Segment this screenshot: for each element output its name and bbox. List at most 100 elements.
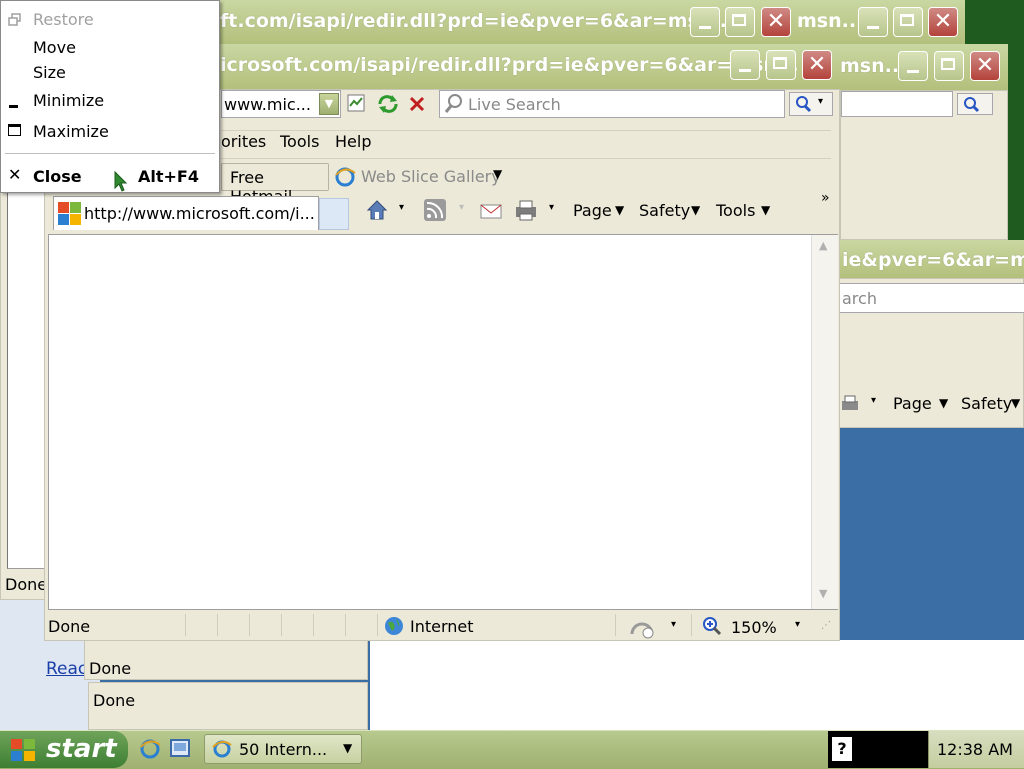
page-menu[interactable]: Page	[573, 201, 612, 220]
feeds-dropdown[interactable]: ▾	[459, 202, 464, 213]
web-slice-dropdown[interactable]: ▼	[493, 167, 502, 181]
left-window-link[interactable]: Reac	[46, 659, 87, 679]
free-hotmail-link[interactable]: Free Hotmail	[221, 163, 329, 206]
globe-icon	[385, 617, 403, 635]
minimize-icon	[9, 105, 18, 108]
main-window-close-button[interactable]: ✕	[802, 50, 832, 80]
home-icon[interactable]	[365, 198, 389, 222]
new-tab-button[interactable]	[319, 198, 349, 230]
back-window-minimize-button[interactable]	[690, 7, 720, 37]
right-window-search-input[interactable]: arch	[839, 283, 1024, 313]
status-text: Done	[48, 617, 91, 636]
main-window-maximize-button[interactable]	[766, 50, 796, 80]
back-window-close-button[interactable]: ✕	[761, 7, 791, 37]
right-window-safety-dropdown[interactable]: ▼	[1011, 396, 1020, 410]
print-icon[interactable]	[513, 198, 539, 222]
back-window-maximize-button[interactable]	[725, 7, 755, 37]
main-window-minimize-button[interactable]	[730, 50, 760, 80]
help-icon[interactable]: ?	[832, 737, 852, 761]
menu-item-size[interactable]: Size	[33, 63, 66, 82]
second-window-maximize-button[interactable]	[934, 51, 964, 81]
mail-icon[interactable]	[479, 202, 503, 222]
taskbar-ie-group-button[interactable]: 50 Intern... ▼	[204, 734, 362, 764]
back-window-title-right: msn...	[797, 10, 864, 32]
safety-menu-dropdown[interactable]: ▼	[691, 203, 700, 217]
menu-item-restore: Restore	[33, 10, 94, 29]
favorites-bar: Free Hotmail Web Slice Gallery ▼	[221, 158, 831, 206]
web-slice-gallery[interactable]: Web Slice Gallery	[361, 167, 501, 186]
tray-help-area: ?	[828, 731, 928, 768]
second-window-search-input[interactable]	[841, 91, 953, 117]
right-window-print-dropdown[interactable]: ▾	[871, 395, 876, 406]
menu-help[interactable]: Help	[335, 132, 371, 151]
menu-item-move[interactable]: Move	[33, 38, 76, 57]
show-desktop-icon[interactable]	[168, 737, 192, 761]
left-window: Done	[0, 190, 48, 600]
resize-grip-icon[interactable]: ⋰	[821, 620, 831, 631]
vertical-scrollbar[interactable]: ▲ ▼	[811, 235, 838, 609]
protected-mode-dropdown[interactable]: ▾	[671, 619, 676, 630]
search-icon	[964, 97, 980, 113]
second-window-search-button[interactable]	[957, 93, 993, 115]
more-commands-chevron[interactable]: »	[821, 190, 830, 206]
search-icon	[444, 94, 462, 113]
menu-tools[interactable]: Tools	[280, 132, 319, 151]
right-window-page-dropdown[interactable]: ▼	[939, 396, 948, 410]
address-dropdown-button[interactable]: ▼	[319, 93, 339, 115]
search-button[interactable]: ▾	[789, 92, 833, 116]
search-go-icon	[796, 96, 812, 113]
compatibility-view-icon[interactable]	[345, 92, 369, 116]
ie-icon	[335, 167, 356, 187]
second-window-body	[840, 90, 1008, 240]
print-icon	[842, 395, 858, 410]
lower-window-1: Done	[84, 640, 368, 680]
start-button[interactable]: start	[0, 731, 128, 768]
home-dropdown[interactable]: ▾	[399, 202, 404, 213]
restore-icon	[8, 13, 21, 26]
refresh-icon[interactable]	[375, 92, 401, 116]
search-input[interactable]: Live Search	[439, 90, 785, 118]
second-window-close-button[interactable]: ✕	[970, 51, 1000, 81]
zoom-icon	[703, 617, 722, 636]
page-menu-dropdown[interactable]: ▼	[615, 203, 624, 217]
protected-mode-icon	[630, 622, 654, 639]
maximize-icon	[8, 124, 21, 136]
print-dropdown[interactable]: ▾	[549, 202, 554, 213]
tools-menu-dropdown[interactable]: ▼	[761, 203, 770, 217]
right-window-page-menu[interactable]: Page	[893, 394, 932, 413]
far-window-maximize-button[interactable]	[893, 7, 923, 37]
search-options-dropdown[interactable]: ▾	[818, 96, 823, 107]
back-window-titlebar[interactable]: ft.com/isapi/redir.dll?prd=ie&pver=6&ar=…	[190, 0, 965, 44]
left-window-status: Done	[5, 575, 48, 594]
menu-item-maximize[interactable]: Maximize	[33, 122, 109, 141]
scroll-down-arrow[interactable]: ▼	[819, 587, 827, 600]
windows-logo-icon	[58, 202, 81, 225]
clock[interactable]: 12:38 AM	[937, 740, 1013, 759]
tools-menu[interactable]: Tools	[716, 201, 755, 220]
safety-menu[interactable]: Safety	[639, 201, 690, 220]
main-window-titlebar[interactable]: icrosoft.com/isapi/redir.dll?prd=ie&pver…	[220, 44, 840, 89]
rss-feed-icon[interactable]	[423, 198, 447, 222]
close-shortcut: Alt+F4	[138, 167, 199, 186]
system-tray: 12:38 AM	[928, 731, 1024, 768]
menu-favorites[interactable]: orites	[221, 132, 266, 151]
status-bar: Done Internet ▾ 150% ▾ ⋰	[45, 612, 841, 640]
tab-microsoft[interactable]: http://www.microsoft.com/i...	[53, 196, 319, 230]
menu-item-minimize[interactable]: Minimize	[33, 91, 104, 110]
windows-flag-icon	[11, 739, 35, 761]
scroll-up-arrow[interactable]: ▲	[819, 239, 827, 252]
second-window-minimize-button[interactable]	[898, 51, 928, 81]
right-window-safety-menu[interactable]: Safety	[961, 394, 1012, 413]
second-window-titlebar[interactable]: msn... ✕	[840, 44, 1008, 90]
zoom-level[interactable]: 150%	[731, 618, 777, 637]
ie-quicklaunch-icon[interactable]	[138, 737, 162, 761]
right-window-titlebar[interactable]: ie&pver=6&ar=msn	[838, 240, 1024, 278]
busy-cursor-icon	[114, 170, 128, 192]
far-window-minimize-button[interactable]	[858, 7, 888, 37]
far-window-close-button[interactable]: ✕	[928, 7, 958, 37]
start-label: start	[46, 734, 117, 764]
taskbar-group-dropdown: ▼	[343, 741, 353, 755]
zoom-dropdown[interactable]: ▾	[795, 619, 800, 630]
menu-item-close[interactable]: Close	[33, 167, 82, 186]
stop-icon[interactable]	[405, 92, 429, 116]
